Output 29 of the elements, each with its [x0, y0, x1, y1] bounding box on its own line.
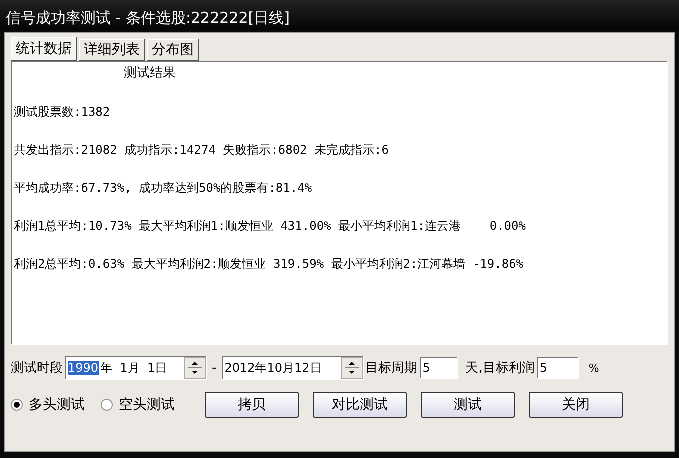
radio-option[interactable]: 多头测试 — [11, 396, 85, 414]
result-line: 利润2总平均:0.63% 最大平均利润2:顺发恒业 319.59% 最小平均利润2:江河幕墙 -19.86% — [14, 256, 525, 273]
dialog-button[interactable]: 测试 — [421, 392, 515, 418]
percent-label: % — [588, 362, 600, 374]
target-profit-label: 天,目标利润 — [466, 360, 535, 377]
tab[interactable]: 详细列表 — [79, 39, 145, 61]
results-heading: 测试结果 — [123, 65, 177, 83]
result-line: 平均成功率:67.73%, 成功率达到50%的股票有:81.4% — [14, 180, 314, 197]
dialog-button[interactable]: 拷贝 — [205, 392, 299, 418]
period-label: 测试时段 — [11, 360, 63, 377]
date-field[interactable]: 2012年10月12日 — [222, 356, 364, 380]
tab[interactable]: 分布图 — [147, 39, 199, 61]
date-field[interactable]: 1990 年 1月 1日 — [65, 356, 207, 380]
target-period-label: 目标周期 — [366, 360, 418, 377]
target-period-field[interactable]: 5 — [420, 357, 458, 379]
spin-button[interactable] — [184, 357, 206, 379]
radio-icon[interactable] — [11, 399, 23, 411]
result-line: 利润1总平均:10.73% 最大平均利润1:顺发恒业 431.00% 最小平均利润1:连云港 0.00% — [14, 218, 527, 235]
radio-option[interactable]: 空头测试 — [101, 396, 175, 414]
tab[interactable]: 统计数据 — [11, 37, 77, 61]
result-line: 测试股票数:1382 — [14, 104, 112, 121]
radio-icon[interactable] — [101, 399, 113, 411]
dialog-button[interactable]: 关闭 — [529, 392, 623, 418]
dash-separator: - — [211, 360, 218, 376]
result-line: 共发出指示:21082 成功指示:14274 失败指示:6802 未完成指示:6 — [14, 142, 390, 159]
dialog-button[interactable]: 对比测试 — [313, 392, 407, 418]
target-profit-field[interactable]: 5 — [536, 357, 579, 379]
window-title: 信号成功率测试 - 条件选股:222222[日线] — [6, 8, 290, 29]
spin-button[interactable] — [340, 357, 363, 379]
